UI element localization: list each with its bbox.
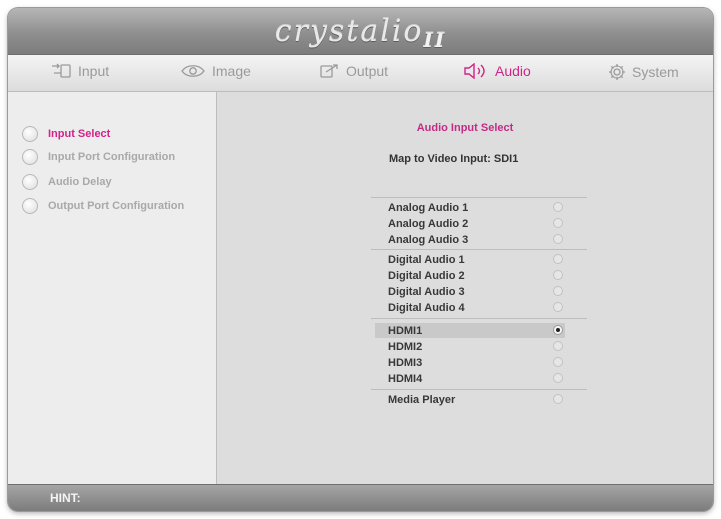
hint-bar: HINT: (8, 484, 713, 511)
gear-icon (608, 63, 626, 81)
map-to-video-label: Map to Video Input: SDI1 (389, 153, 519, 165)
tab-output[interactable]: Output (320, 63, 388, 79)
sidebar-item-label: Output Port Configuration (48, 200, 185, 212)
tab-output-label: Output (346, 63, 389, 79)
divider (371, 389, 587, 390)
radio-button[interactable] (553, 373, 563, 383)
bullet-icon (22, 126, 38, 142)
bullet-icon (22, 198, 38, 214)
option-hdmi2[interactable]: HDMI2 (375, 339, 565, 354)
option-media-player[interactable]: Media Player (375, 392, 565, 407)
speaker-icon (463, 63, 489, 79)
option-label: Digital Audio 1 (388, 253, 465, 266)
option-label: Media Player (388, 393, 456, 406)
sidebar-item-label: Audio Delay (48, 176, 112, 188)
sidebar-item-output-port-configuration[interactable]: Output Port Configuration (22, 198, 184, 214)
option-label: Digital Audio 4 (388, 301, 465, 314)
main-nav: Input Image Output Audio System (8, 55, 713, 92)
radio-button[interactable] (553, 270, 563, 280)
app-window: crystalioII Input Image Output Audio Sys… (8, 8, 713, 511)
option-analog-audio-1[interactable]: Analog Audio 1 (375, 200, 565, 215)
radio-button[interactable] (553, 234, 563, 244)
option-digital-audio-3[interactable]: Digital Audio 3 (375, 284, 565, 299)
content-panel: Audio Input Select Map to Video Input: S… (217, 92, 713, 485)
option-digital-audio-4[interactable]: Digital Audio 4 (375, 300, 565, 315)
option-label: Digital Audio 2 (388, 269, 465, 282)
option-label: Analog Audio 3 (388, 233, 469, 246)
brand-name: crystalio (274, 14, 424, 49)
tab-image-label: Image (212, 63, 251, 79)
brand-logo: crystalioII (8, 14, 713, 52)
bullet-icon (22, 149, 38, 165)
page-title: Audio Input Select (416, 122, 514, 134)
option-label: Analog Audio 2 (388, 217, 469, 230)
option-digital-audio-2[interactable]: Digital Audio 2 (375, 268, 565, 283)
option-hdmi1[interactable]: HDMI1 (375, 323, 565, 338)
tab-system[interactable]: System (608, 63, 679, 81)
option-hdmi4[interactable]: HDMI4 (375, 371, 565, 386)
input-icon (50, 63, 72, 79)
tab-input-label: Input (78, 63, 110, 79)
option-analog-audio-2[interactable]: Analog Audio 2 (375, 216, 565, 231)
radio-button[interactable] (553, 286, 563, 296)
sidebar-item-input-port-configuration[interactable]: Input Port Configuration (22, 149, 175, 165)
divider (371, 318, 587, 319)
radio-button[interactable] (553, 357, 563, 367)
option-hdmi3[interactable]: HDMI3 (375, 355, 565, 370)
tab-image[interactable]: Image (180, 63, 251, 79)
sidebar: Input Select Input Port Configuration Au… (8, 92, 217, 485)
sidebar-item-input-select[interactable]: Input Select (22, 126, 110, 142)
title-bar: crystalioII (8, 8, 713, 55)
divider (371, 197, 587, 198)
sidebar-item-label: Input Select (48, 128, 111, 140)
radio-button[interactable] (553, 341, 563, 351)
divider (371, 249, 587, 250)
radio-button[interactable] (553, 394, 563, 404)
option-label: HDMI4 (388, 372, 423, 385)
brand-suffix: II (423, 28, 447, 52)
hint-label: HINT: (50, 491, 81, 505)
option-label: Analog Audio 1 (388, 201, 469, 214)
eye-icon (180, 63, 206, 79)
radio-button[interactable] (553, 254, 563, 264)
tab-input[interactable]: Input (50, 63, 109, 79)
sidebar-item-audio-delay[interactable]: Audio Delay (22, 174, 112, 190)
radio-button[interactable] (553, 202, 563, 212)
tab-audio-label: Audio (495, 63, 531, 79)
output-icon (320, 63, 340, 79)
option-analog-audio-3[interactable]: Analog Audio 3 (375, 232, 565, 247)
radio-button[interactable] (553, 302, 563, 312)
bullet-icon (22, 174, 38, 190)
radio-button[interactable] (553, 218, 563, 228)
option-digital-audio-1[interactable]: Digital Audio 1 (375, 252, 565, 267)
option-label: HDMI3 (388, 356, 423, 369)
option-label: HDMI1 (388, 324, 423, 337)
tab-system-label: System (632, 64, 679, 80)
option-label: Digital Audio 3 (388, 285, 465, 298)
tab-audio[interactable]: Audio (463, 63, 531, 79)
option-label: HDMI2 (388, 340, 423, 353)
radio-button-selected[interactable] (553, 325, 563, 335)
sidebar-item-label: Input Port Configuration (48, 151, 176, 163)
